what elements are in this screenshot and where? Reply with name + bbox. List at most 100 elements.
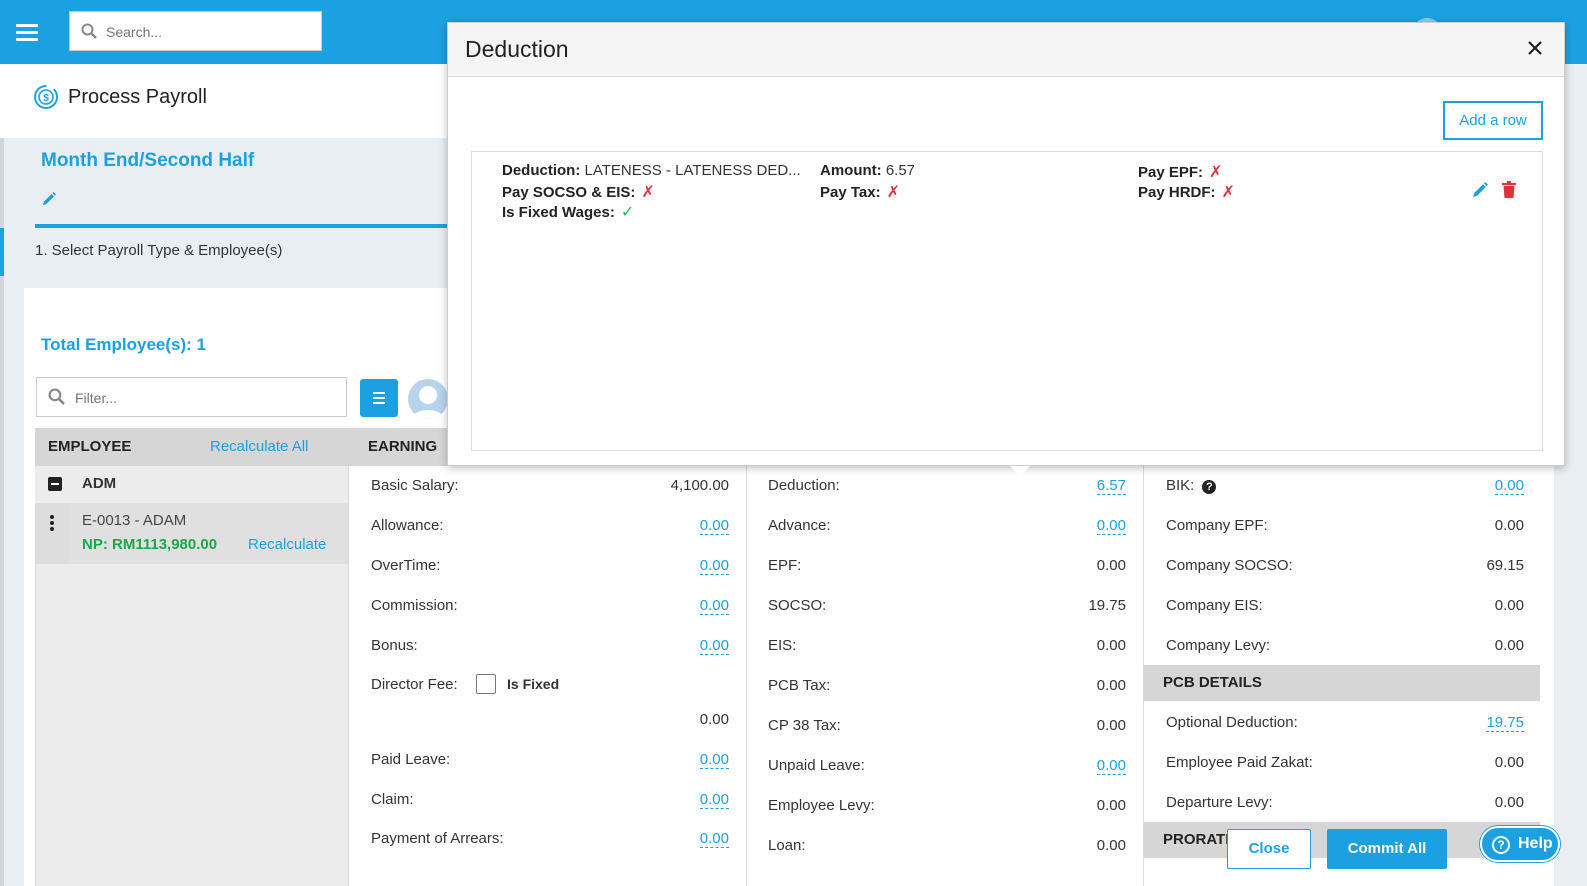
arrears-value-link[interactable]: 0.00 <box>699 830 729 848</box>
column-divider <box>348 466 349 886</box>
is-fixed-label: Is Fixed <box>507 676 560 692</box>
wizard-progress-bar <box>35 224 447 228</box>
pcb-row-employee-paid-zakat: Employee Paid Zakat: 0.00 <box>1166 754 1524 771</box>
earning-row-allowance: Allowance: 0.00 <box>371 517 729 535</box>
allowance-value-link[interactable]: 0.00 <box>699 517 729 535</box>
payroll-period-title: Month End/Second Half <box>41 150 255 171</box>
close-icon[interactable] <box>1526 39 1544 57</box>
entry-pay-epf: Pay EPF: ✗ <box>1138 164 1223 181</box>
is-fixed-checkbox[interactable] <box>476 674 496 694</box>
company-row-epf: Company EPF: 0.00 <box>1166 517 1524 534</box>
recalculate-all-link[interactable]: Recalculate All <box>210 438 308 455</box>
modal-title: Deduction <box>465 36 569 62</box>
earning-row-bonus: Bonus: 0.00 <box>371 637 729 655</box>
net-pay: NP: RM1113,980.00 <box>82 536 218 553</box>
row-menu-icon[interactable] <box>35 503 69 564</box>
deduction-row-employee-levy: Employee Levy: 0.00 <box>768 797 1126 814</box>
earning-header-label: EARNING <box>368 438 438 455</box>
close-button[interactable]: Close <box>1227 829 1311 869</box>
employee-header-label: EMPLOYEE <box>48 438 132 455</box>
filter-input[interactable] <box>75 386 335 410</box>
modal-pointer <box>1010 466 1030 476</box>
search-icon <box>48 388 65 405</box>
menu-icon[interactable] <box>16 24 38 41</box>
group-row-adm[interactable]: ADM <box>35 466 348 503</box>
list-view-button[interactable] <box>360 379 398 417</box>
commission-value-link[interactable]: 0.00 <box>699 597 729 615</box>
modal-header: Deduction <box>448 23 1564 77</box>
check-icon: ✓ <box>620 204 635 221</box>
company-row-bik: BIK:? 0.00 <box>1166 477 1524 495</box>
paid-leave-value-link[interactable]: 0.00 <box>699 751 729 769</box>
entry-deduction: Deduction: LATENESS - LATENESS DED... <box>502 162 801 179</box>
cross-icon: ✗ <box>1221 184 1235 201</box>
optional-deduction-value-link[interactable]: 19.75 <box>1486 714 1524 732</box>
claim-value-link[interactable]: 0.00 <box>699 791 729 809</box>
search-input[interactable] <box>106 20 306 44</box>
pcb-row-departure-levy: Departure Levy: 0.00 <box>1166 794 1524 811</box>
deduction-row-eis: EIS: 0.00 <box>768 637 1126 654</box>
employee-name: E-0013 - ADAM <box>82 512 187 529</box>
unpaid-leave-value-link[interactable]: 0.00 <box>1096 757 1126 775</box>
group-label: ADM <box>82 475 117 492</box>
column-divider <box>746 466 747 886</box>
collapse-icon[interactable] <box>48 477 62 491</box>
edit-icon[interactable] <box>1472 182 1488 198</box>
employee-header: EMPLOYEE Recalculate All <box>35 428 348 466</box>
earning-row-overtime: OverTime: 0.00 <box>371 557 729 575</box>
deduction-row-cp38-tax: CP 38 Tax: 0.00 <box>768 717 1126 734</box>
total-employees: Total Employee(s): 1 <box>41 335 206 354</box>
help-button[interactable]: ? Help <box>1480 826 1560 862</box>
earning-row-basic-salary: Basic Salary: 4,100.00 <box>371 477 729 494</box>
help-icon: ? <box>1492 836 1510 854</box>
company-row-eis: Company EIS: 0.00 <box>1166 597 1524 614</box>
entry-pay-socso-eis: Pay SOCSO & EIS: ✗ <box>502 184 655 201</box>
bik-value-link[interactable]: 0.00 <box>1494 477 1524 495</box>
employee-avatar <box>408 379 448 419</box>
commit-all-button[interactable]: Commit All <box>1327 829 1447 869</box>
advance-value-link[interactable]: 0.00 <box>1096 517 1126 535</box>
deduction-value-link[interactable]: 6.57 <box>1096 477 1126 495</box>
left-strip <box>0 138 4 886</box>
entry-pay-hrdf: Pay HRDF: ✗ <box>1138 184 1235 201</box>
pcb-details-header: PCB DETAILS <box>1143 665 1540 701</box>
recalculate-link[interactable]: Recalculate <box>248 536 326 553</box>
director-fee-value: 0.00 <box>699 711 729 728</box>
add-row-button[interactable]: Add a row <box>1443 101 1543 140</box>
deduction-row-deduction: Deduction: 6.57 <box>768 477 1126 495</box>
earning-row-director-fee: Director Fee: <box>371 676 458 693</box>
svg-text:$: $ <box>43 93 49 104</box>
page-title: Process Payroll <box>68 86 207 108</box>
employee-row[interactable]: E-0013 - ADAM NP: RM1113,980.00 Recalcul… <box>35 503 348 564</box>
entry-pay-tax: Pay Tax: ✗ <box>820 184 900 201</box>
director-fee-value-row: 0.00 <box>371 711 729 733</box>
entry-amount: Amount: 6.57 <box>820 162 916 179</box>
pcb-details-label: PCB DETAILS <box>1163 674 1262 691</box>
cross-icon: ✗ <box>641 184 655 201</box>
search-icon <box>81 23 97 39</box>
employee-filter[interactable] <box>36 377 347 417</box>
delete-icon[interactable] <box>1502 181 1516 198</box>
user-silhouette-icon <box>412 386 444 419</box>
help-label: Help <box>1518 835 1553 852</box>
deduction-row-unpaid-leave: Unpaid Leave: 0.00 <box>768 757 1126 775</box>
deduction-entry-card: Deduction: LATENESS - LATENESS DED... Pa… <box>471 151 1543 451</box>
payroll-icon: $ <box>34 85 58 109</box>
company-row-socso: Company SOCSO: 69.15 <box>1166 557 1524 574</box>
deduction-row-loan: Loan: 0.00 <box>768 837 1126 854</box>
earning-row-claim: Claim: 0.00 <box>371 791 729 809</box>
deduction-row-pcb-tax: PCB Tax: 0.00 <box>768 677 1126 694</box>
wizard-step-label: 1. Select Payroll Type & Employee(s) <box>35 242 283 259</box>
pcb-row-optional-deduction: Optional Deduction: 19.75 <box>1166 714 1524 732</box>
bonus-value-link[interactable]: 0.00 <box>699 637 729 655</box>
prorate-label: PRORATE <box>1163 831 1236 848</box>
company-row-levy: Company Levy: 0.00 <box>1166 637 1524 654</box>
help-circle-icon[interactable]: ? <box>1202 480 1217 494</box>
cross-icon: ✗ <box>1209 164 1223 181</box>
entry-is-fixed-wages: Is Fixed Wages: ✓ <box>502 204 635 221</box>
overtime-value-link[interactable]: 0.00 <box>699 557 729 575</box>
deduction-row-advance: Advance: 0.00 <box>768 517 1126 535</box>
edit-period-icon[interactable] <box>42 192 56 206</box>
global-search[interactable] <box>69 11 322 51</box>
earning-row-payment-of-arrears: Payment of Arrears: 0.00 <box>371 830 729 848</box>
